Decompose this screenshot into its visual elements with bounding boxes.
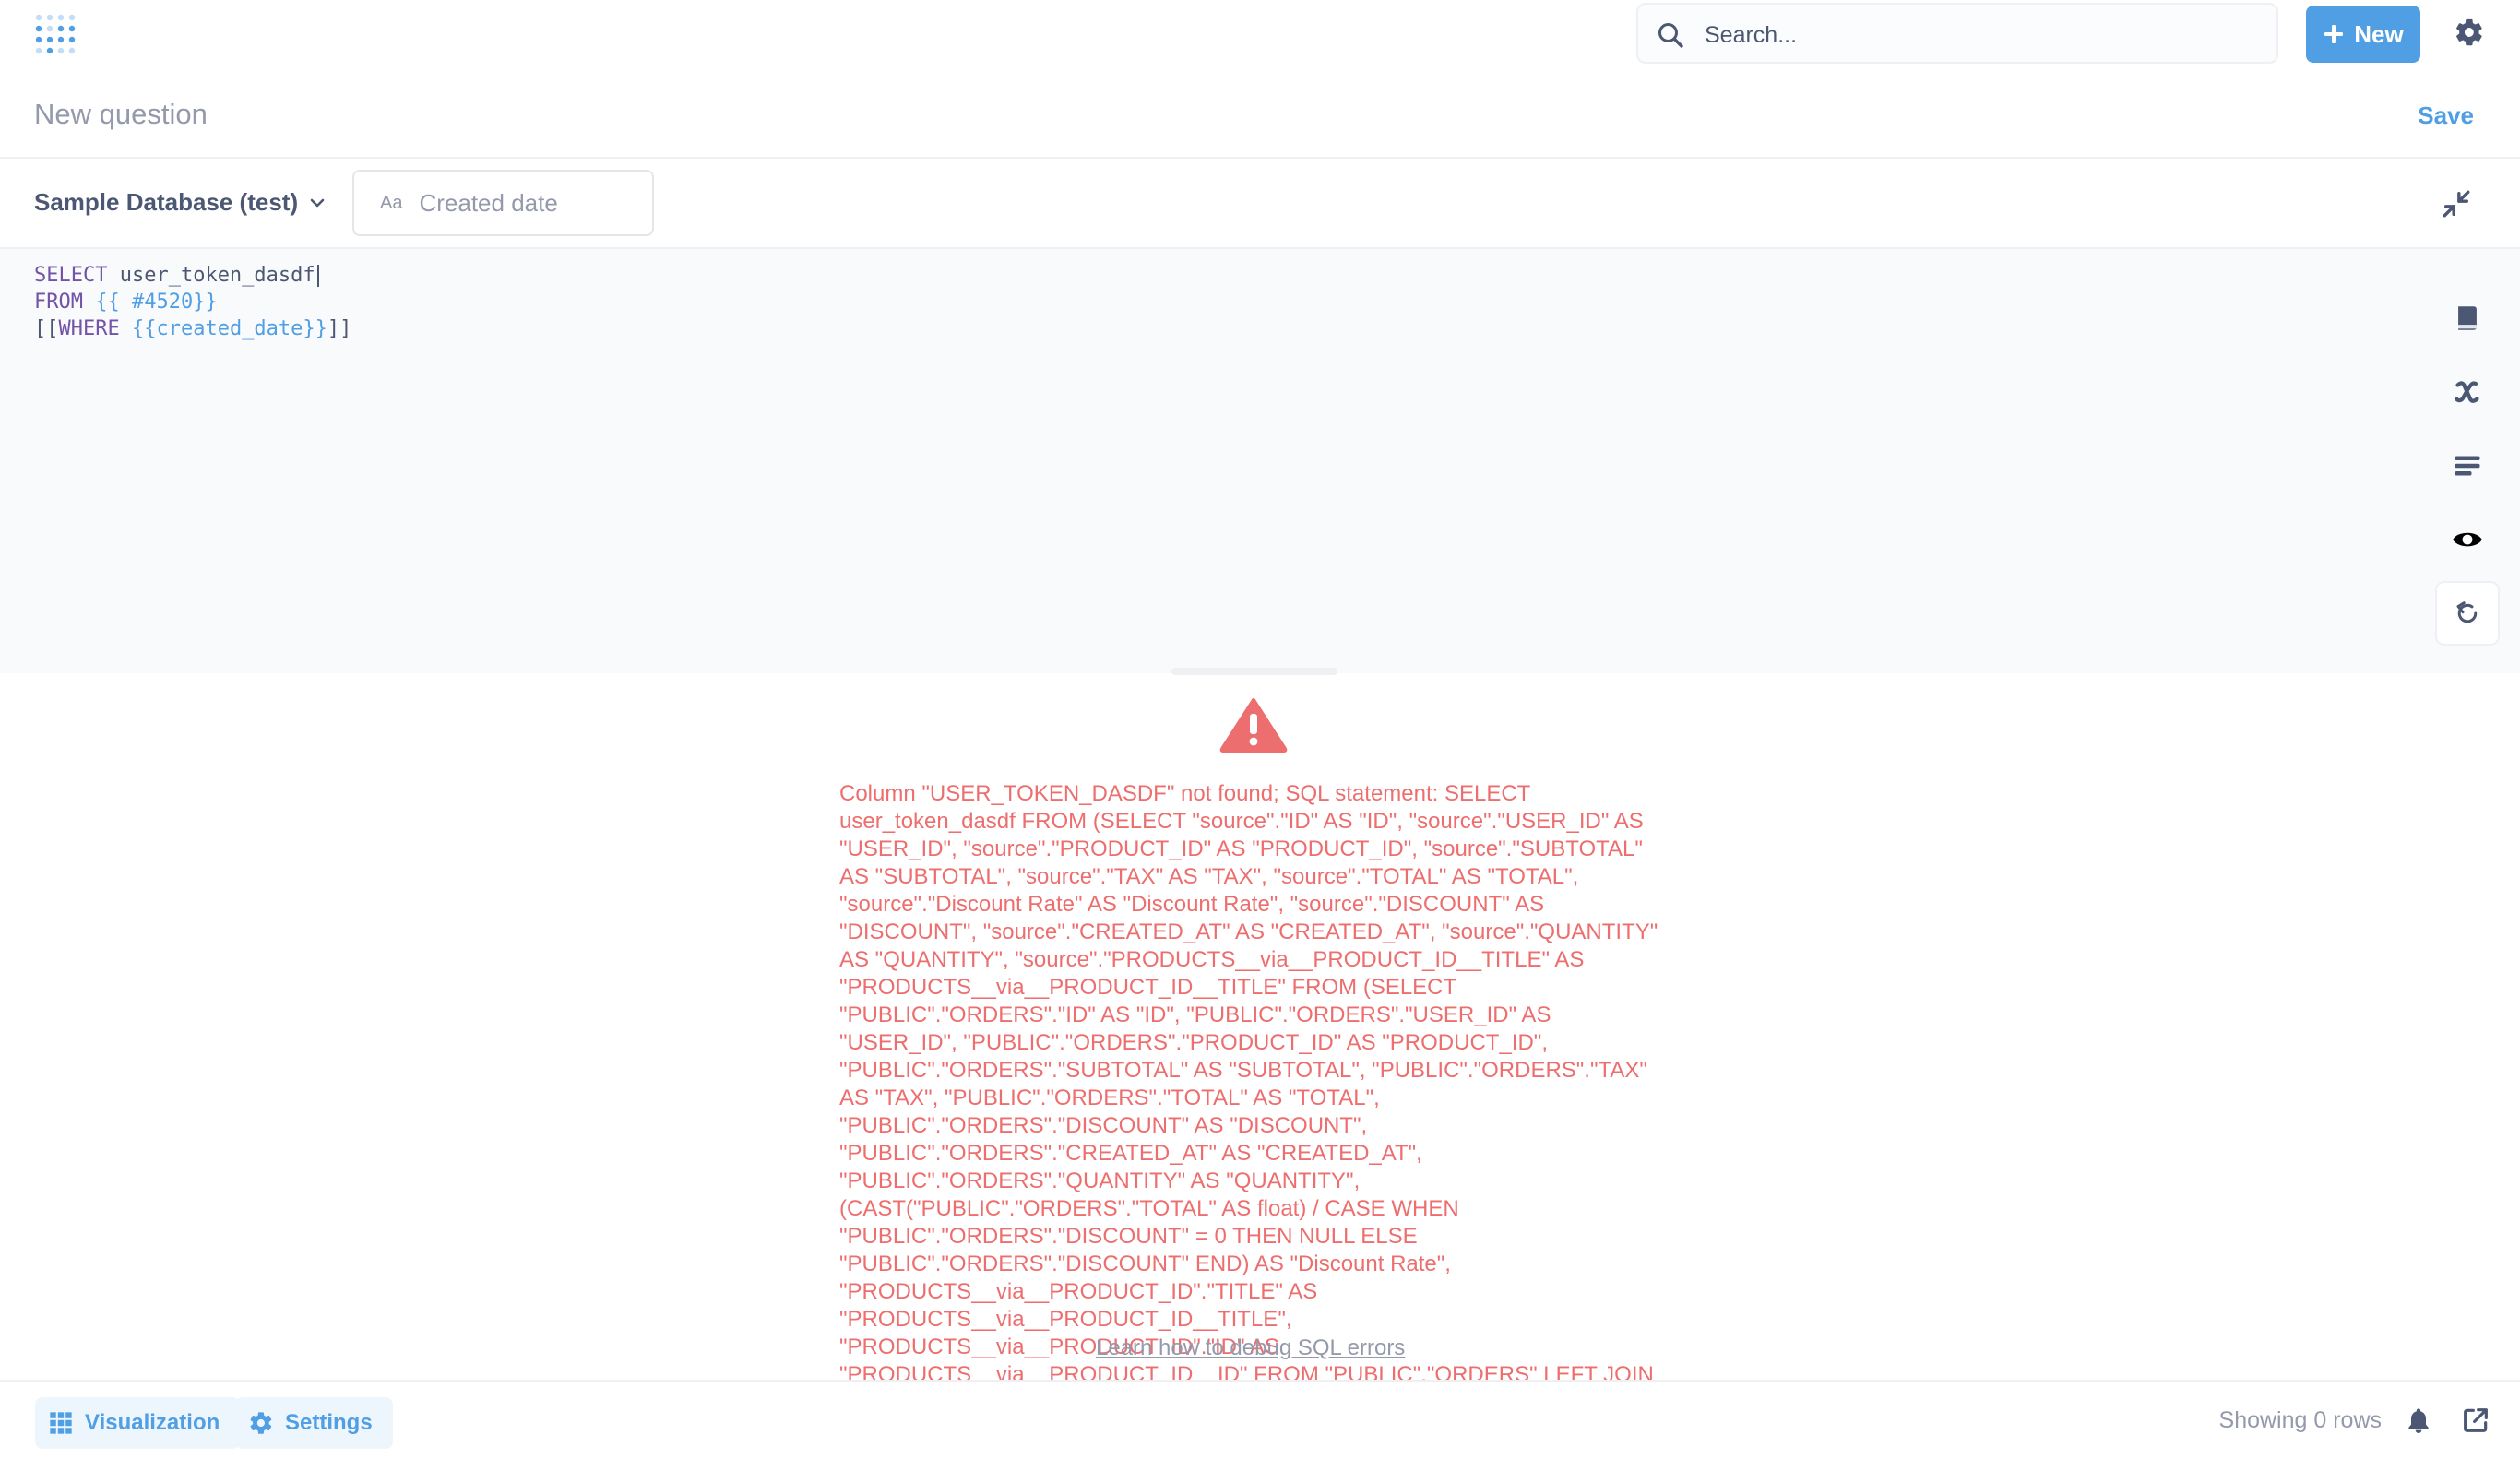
code-token: ]]: [327, 317, 352, 340]
preview-query-button[interactable]: [2435, 507, 2500, 572]
run-query-button[interactable]: [2435, 581, 2500, 646]
resize-handle[interactable]: [1171, 668, 1337, 675]
open-in-new-window-button[interactable]: [2461, 1406, 2492, 1437]
data-reference-button[interactable]: [2435, 286, 2500, 350]
question-header: New question Save: [0, 89, 2520, 144]
database-picker[interactable]: Sample Database (test): [34, 188, 326, 217]
search-input[interactable]: [1703, 16, 2260, 54]
code-text[interactable]: [[WHERE {{created_date}}]]: [34, 315, 351, 342]
line-number: 3: [0, 315, 2, 342]
top-navbar: New: [0, 0, 2520, 70]
alert-button[interactable]: [2404, 1406, 2435, 1437]
settings-label: Settings: [285, 1410, 373, 1435]
bell-icon: [2408, 1408, 2429, 1433]
chevron-down-icon: [310, 198, 325, 207]
debug-sql-errors-link[interactable]: Learn how to debug SQL errors: [1096, 1335, 1405, 1361]
created-date-variable-widget[interactable]: Aa: [352, 170, 654, 236]
sql-editor[interactable]: 1 SELECT user_token_dasdf 2 FROM {{ #4520}}…: [0, 249, 2520, 673]
code-text[interactable]: FROM {{ #4520}}: [34, 289, 218, 315]
code-token: {{ #4520}}: [95, 291, 218, 314]
error-message: Column "USER_TOKEN_DASDF" not found; SQL…: [839, 781, 1658, 1380]
external-link-icon: [2464, 1408, 2488, 1432]
grid-icon: [50, 1412, 72, 1434]
code-token: SELECT: [34, 264, 108, 287]
new-button-label: New: [2354, 19, 2404, 48]
eye-icon: [2453, 532, 2482, 547]
query-results-area: Column "USER_TOKEN_DASDF" not found; SQL…: [0, 675, 2520, 1380]
variable-x-icon: [2454, 381, 2479, 403]
search-box[interactable]: [1636, 3, 2278, 64]
code-token: {{created_date}}: [131, 317, 327, 340]
refresh-icon: [2456, 601, 2478, 623]
text-type-icon: Aa: [380, 192, 403, 213]
code-text[interactable]: SELECT user_token_dasdf: [34, 262, 319, 289]
visualization-button[interactable]: Visualization: [35, 1397, 241, 1449]
code-token: WHERE: [58, 317, 120, 340]
text-cursor: [316, 265, 319, 287]
view-footer: Visualization Settings Showing 0 rows: [0, 1380, 2520, 1459]
snippets-button[interactable]: [2435, 433, 2500, 498]
warning-icon: [1219, 697, 1288, 753]
save-button[interactable]: Save: [2418, 101, 2474, 130]
search-icon: [1658, 23, 1683, 48]
visualization-label: Visualization: [85, 1410, 220, 1435]
code-token: FROM: [34, 291, 83, 314]
collapse-editor-button[interactable]: [2441, 188, 2474, 221]
code-token: [[: [34, 317, 59, 340]
gear-icon: [250, 1412, 272, 1434]
viz-settings-button[interactable]: Settings: [235, 1397, 393, 1449]
row-count: Showing 0 rows: [2218, 1407, 2382, 1433]
book-icon: [2456, 306, 2477, 330]
gear-icon: [2456, 18, 2482, 46]
settings-gear-button[interactable]: [2454, 17, 2490, 53]
code-token: user_token_dasdf: [107, 264, 315, 287]
created-date-input[interactable]: [417, 187, 624, 219]
native-query-toolbar: Sample Database (test) Aa: [0, 157, 2520, 249]
snippet-icon: [2455, 456, 2480, 476]
collapse-icon: [2443, 190, 2470, 218]
database-name: Sample Database (test): [34, 188, 299, 216]
new-button[interactable]: New: [2306, 6, 2420, 63]
line-number: 2: [0, 289, 2, 315]
plus-icon: [2324, 25, 2344, 43]
variables-button[interactable]: [2435, 360, 2500, 424]
line-number: 1: [0, 262, 2, 289]
page-title[interactable]: New question: [34, 98, 208, 131]
metabase-logo-icon[interactable]: [33, 12, 77, 56]
